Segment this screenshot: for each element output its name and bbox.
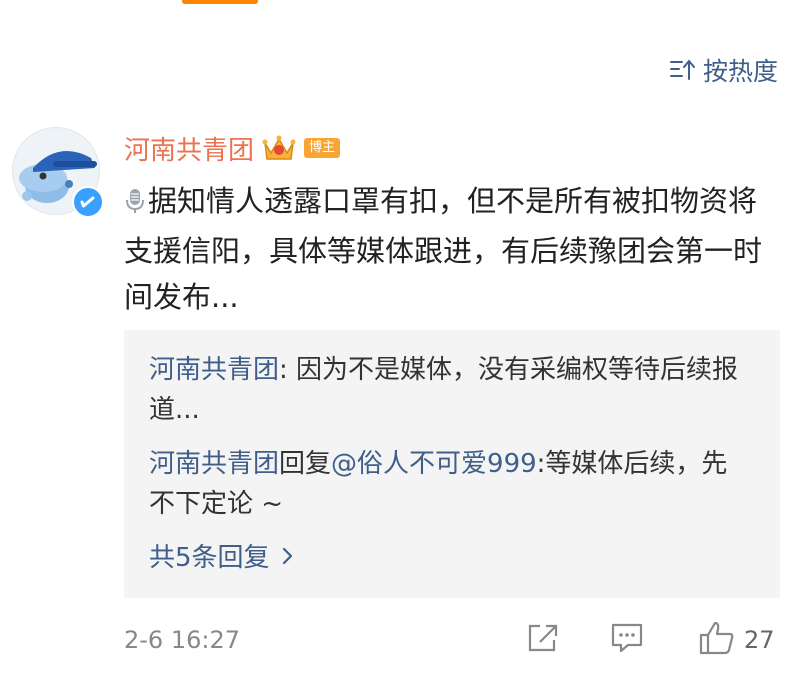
comment-timestamp: 2-6 16:27 [124, 626, 240, 654]
sort-icon [669, 58, 697, 82]
comment-footer: 2-6 16:27 27 [124, 618, 784, 662]
reply-item: 河南共青团: 因为不是媒体，没有采编权等待后续报道... [149, 350, 749, 430]
microphone-icon [124, 182, 146, 228]
sort-label: 按热度 [702, 57, 778, 86]
more-replies-label: 共5条回复 [149, 543, 270, 573]
view-all-replies-link[interactable]: 共5条回复 [149, 538, 294, 578]
top-tab-indicator [182, 0, 258, 4]
comment-body: 据知情人透露口罩有扣，但不是所有被扣物资将支援信阳，具体等媒体跟进，有后续豫团会… [124, 178, 784, 320]
share-button[interactable] [526, 622, 560, 658]
replies-box: 河南共青团: 因为不是媒体，没有采编权等待后续报道... 河南共青团回复@俗人不… [124, 330, 780, 598]
like-button[interactable]: 27 [698, 620, 775, 660]
comment-text: 据知情人透露口罩有扣，但不是所有被扣物资将支援信阳，具体等媒体跟进，有后续豫团会… [124, 184, 763, 314]
reply-mention[interactable]: @俗人不可爱999 [331, 449, 537, 479]
comment-username[interactable]: 河南共青团 [124, 130, 254, 167]
crown-icon [262, 133, 296, 163]
reply-separator: : [279, 355, 297, 385]
comment-button[interactable] [610, 621, 644, 659]
blogger-badge: 博主 [304, 138, 341, 158]
sort-by-heat-toggle[interactable]: 按热度 [669, 53, 778, 87]
reply-author[interactable]: 河南共青团 [149, 355, 279, 385]
share-icon [526, 622, 560, 658]
verified-icon [72, 186, 104, 218]
chevron-right-icon [282, 538, 294, 578]
thumbs-up-icon [698, 620, 736, 660]
reply-author[interactable]: 河南共青团 [149, 449, 279, 479]
reply-item: 河南共青团回复@俗人不可爱999:等媒体后续，先不下定论 ~ [149, 444, 749, 524]
reply-verb: 回复 [279, 449, 332, 479]
comment-icon [610, 621, 644, 659]
comment-header: 河南共青团 博主 [124, 130, 341, 167]
like-count: 27 [744, 626, 775, 654]
